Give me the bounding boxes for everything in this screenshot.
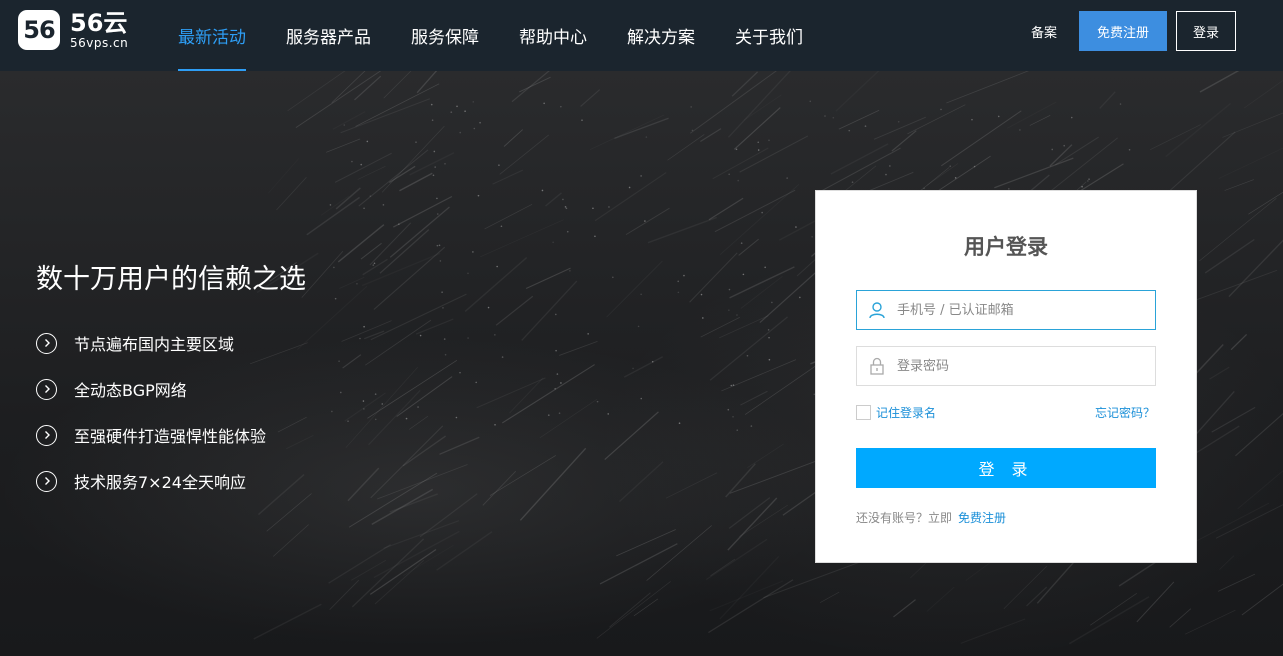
logo-domain: 56vps.cn (70, 36, 129, 50)
nav-item-server-products[interactable]: 服务器产品 (286, 0, 371, 71)
logo-badge: 56 (18, 10, 60, 50)
chevron-right-icon (36, 378, 57, 400)
feature-label: 全动态BGP网络 (74, 381, 187, 400)
password-input[interactable] (897, 348, 1155, 384)
remember-login[interactable]: 记住登录名 (856, 404, 936, 421)
login-submit-button[interactable]: 登 录 (856, 448, 1156, 488)
header-actions: 备案 免费注册 登录 (1031, 11, 1236, 51)
password-field[interactable] (856, 346, 1156, 386)
chevron-right-icon (36, 332, 57, 354)
feature-item: 至强硬件打造强悍性能体验 (36, 423, 266, 447)
top-header: 56 56云 56vps.cn 最新活动 服务器产品 服务保障 帮助中心 解决方… (0, 0, 1283, 71)
nav-item-service-guarantee[interactable]: 服务保障 (411, 0, 479, 71)
user-icon (857, 291, 897, 329)
nav-item-solutions[interactable]: 解决方案 (627, 0, 695, 71)
hero-title: 数十万用户的信赖之选 (36, 264, 306, 295)
feature-item: 节点遍布国内主要区域 (36, 331, 234, 355)
feature-item: 全动态BGP网络 (36, 377, 187, 401)
nav-item-latest-activities[interactable]: 最新活动 (178, 0, 246, 71)
logo-name: 56云 (70, 9, 128, 37)
feature-item: 技术服务7×24全天响应 (36, 469, 246, 493)
username-field[interactable] (856, 290, 1156, 330)
logo-text: 56云 56vps.cn (70, 10, 128, 50)
feature-label: 至强硬件打造强悍性能体验 (74, 427, 267, 446)
forgot-password-link[interactable]: 忘记密码？ (1095, 404, 1155, 421)
nav-item-about-us[interactable]: 关于我们 (735, 0, 803, 71)
login-card: 用户登录 记住登录名 忘记密码？ 登 录 还没有账号？立即免费注册 (815, 190, 1197, 563)
remember-label: 记住登录名 (876, 406, 937, 420)
beian-link[interactable]: 备案 (1031, 22, 1057, 41)
chevron-right-icon (36, 424, 57, 446)
username-input[interactable] (897, 292, 1155, 328)
chevron-right-icon (36, 470, 57, 492)
header-login-button[interactable]: 登录 (1176, 11, 1236, 51)
main-nav: 最新活动 服务器产品 服务保障 帮助中心 解决方案 关于我们 (178, 0, 843, 71)
register-link[interactable]: 免费注册 (958, 511, 1006, 525)
login-card-title: 用户登录 (964, 235, 1048, 259)
no-account-text: 还没有账号？立即 (856, 511, 953, 525)
lock-icon (857, 347, 897, 385)
register-prompt: 还没有账号？立即 免费注册 (856, 509, 1006, 526)
remember-checkbox[interactable] (856, 405, 871, 420)
nav-item-help-center[interactable]: 帮助中心 (519, 0, 587, 71)
feature-label: 技术服务7×24全天响应 (74, 473, 246, 492)
feature-label: 节点遍布国内主要区域 (74, 335, 235, 354)
header-register-button[interactable]: 免费注册 (1079, 11, 1167, 51)
logo[interactable]: 56 56云 56vps.cn (18, 10, 128, 50)
